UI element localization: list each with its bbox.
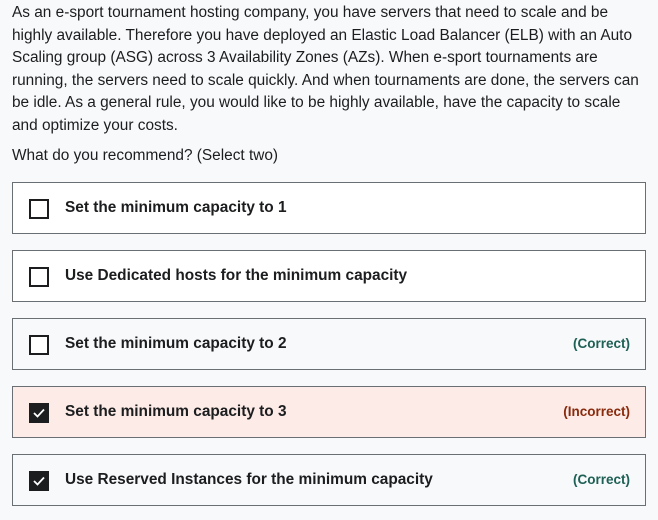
- checkbox-checked[interactable]: [29, 403, 49, 423]
- question-prompt: What do you recommend? (Select two): [12, 147, 279, 164]
- checkmark-icon: [33, 476, 45, 486]
- incorrect-badge: (Incorrect): [563, 404, 630, 419]
- answer-option-3[interactable]: Set the minimum capacity to 2 (Correct): [12, 318, 646, 370]
- checkmark-icon: [33, 408, 45, 418]
- question-text: As an e-sport tournament hosting company…: [12, 4, 639, 134]
- answer-option-label: Use Reserved Instances for the minimum c…: [65, 471, 433, 488]
- correct-badge: (Correct): [572, 472, 630, 487]
- answer-option-5[interactable]: Use Reserved Instances for the minimum c…: [12, 454, 646, 506]
- checkbox-checked[interactable]: [29, 471, 49, 491]
- quiz-review-panel: As an e-sport tournament hosting company…: [0, 0, 658, 520]
- checkbox-unchecked[interactable]: [29, 267, 49, 287]
- checkbox-unchecked[interactable]: [29, 335, 49, 355]
- answer-option-4[interactable]: Set the minimum capacity to 3 (Incorrect…: [12, 386, 646, 438]
- checkbox-unchecked[interactable]: [29, 199, 49, 219]
- answer-option-label: Use Dedicated hosts for the minimum capa…: [65, 267, 408, 284]
- answer-option-label: Set the minimum capacity to 3: [65, 403, 287, 420]
- answer-option-label: Set the minimum capacity to 1: [65, 199, 287, 216]
- answer-option-1[interactable]: Set the minimum capacity to 1: [12, 182, 646, 234]
- correct-badge: (Correct): [572, 336, 630, 351]
- answer-option-2[interactable]: Use Dedicated hosts for the minimum capa…: [12, 250, 646, 302]
- answer-option-label: Set the minimum capacity to 2: [65, 335, 287, 352]
